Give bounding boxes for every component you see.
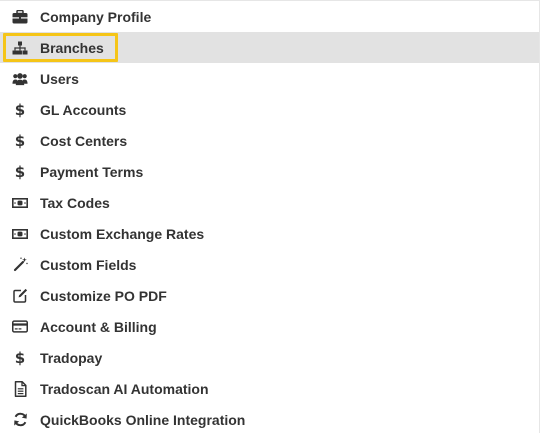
- dollar-icon: $: [14, 348, 26, 367]
- menu-item-customize-po-pdf[interactable]: Customize PO PDF: [0, 280, 539, 311]
- menu-item-tax-codes[interactable]: Tax Codes: [0, 187, 539, 218]
- settings-menu-panel: Company Profile Branches Users $ GL Acco…: [0, 0, 540, 433]
- menu-item-custom-exchange-rates[interactable]: Custom Exchange Rates: [0, 218, 539, 249]
- menu-item-label: Tradoscan AI Automation: [40, 380, 209, 397]
- menu-item-payment-terms[interactable]: $ Payment Terms: [0, 156, 539, 187]
- menu-item-custom-fields[interactable]: Custom Fields: [0, 249, 539, 280]
- document-icon: [12, 380, 28, 397]
- menu-item-label: Cost Centers: [40, 132, 128, 149]
- menu-item-tradopay[interactable]: $ Tradopay: [0, 342, 539, 373]
- dollar-icon: $: [14, 100, 26, 119]
- menu-item-users[interactable]: Users: [0, 63, 539, 94]
- dollar-icon: $: [14, 162, 26, 181]
- menu-item-company-profile[interactable]: Company Profile: [0, 1, 539, 32]
- menu-item-label: Payment Terms: [40, 163, 144, 180]
- menu-item-cost-centers[interactable]: $ Cost Centers: [0, 125, 539, 156]
- menu-item-tradoscan-ai-automation[interactable]: Tradoscan AI Automation: [0, 373, 539, 404]
- banknote-icon: [12, 195, 28, 211]
- menu-item-label: Branches: [40, 39, 104, 56]
- users-icon: [12, 71, 28, 87]
- sitemap-icon: [12, 40, 28, 56]
- menu-item-label: Users: [40, 70, 79, 87]
- menu-item-label: Account & Billing: [40, 318, 157, 335]
- menu-item-account-billing[interactable]: Account & Billing: [0, 311, 539, 342]
- menu-item-label: QuickBooks Online Integration: [40, 411, 246, 428]
- menu-item-label: Company Profile: [40, 8, 152, 25]
- menu-item-label: Customize PO PDF: [40, 287, 167, 304]
- menu-item-label: Custom Fields: [40, 256, 137, 273]
- briefcase-icon: [12, 9, 28, 25]
- dollar-icon: $: [14, 131, 26, 150]
- credit-card-icon: [12, 319, 28, 335]
- magic-wand-icon: [12, 257, 28, 273]
- edit-icon: [12, 288, 28, 304]
- banknote-icon: [12, 226, 28, 242]
- menu-item-label: Custom Exchange Rates: [40, 225, 205, 242]
- menu-item-quickbooks-online-integration[interactable]: QuickBooks Online Integration: [0, 404, 539, 433]
- menu-item-label: Tradopay: [40, 349, 103, 366]
- menu-item-label: Tax Codes: [40, 194, 110, 211]
- menu-item-gl-accounts[interactable]: $ GL Accounts: [0, 94, 539, 125]
- menu-item-label: GL Accounts: [40, 101, 127, 118]
- menu-item-branches[interactable]: Branches: [0, 32, 539, 63]
- settings-menu: Company Profile Branches Users $ GL Acco…: [0, 1, 539, 433]
- sync-icon: [12, 412, 28, 428]
